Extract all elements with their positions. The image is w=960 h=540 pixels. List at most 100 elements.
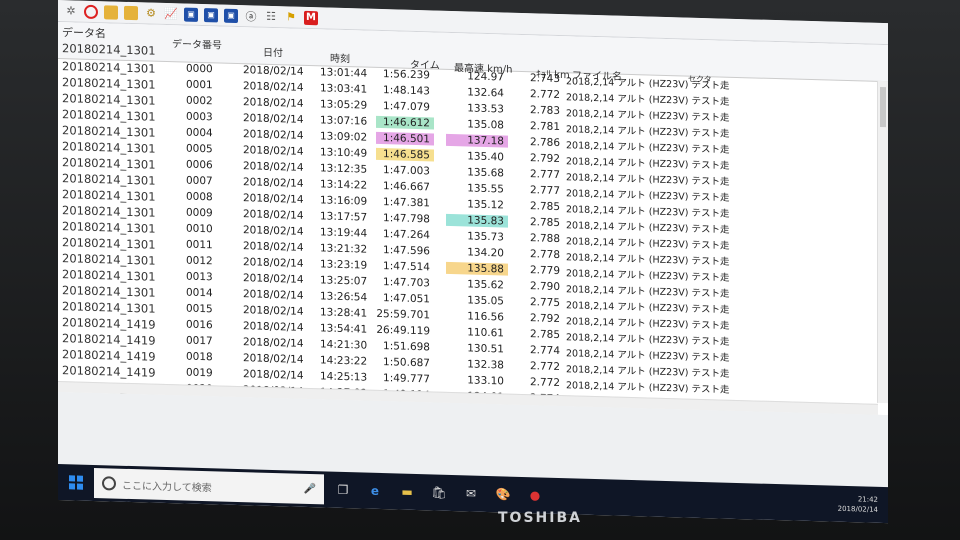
cell-lap: 1:47.381	[383, 196, 430, 210]
cell-speed: 135.62	[467, 278, 504, 292]
save-icon[interactable]: ▣	[184, 7, 198, 22]
cell-time: 13:23:19	[320, 258, 368, 272]
data-grid[interactable]: データ名 データ番号 日付 時刻 タイム 最高速 km/h ｷｮﾘ km ファイ…	[58, 22, 888, 428]
col-name[interactable]: データ名	[62, 24, 106, 41]
save-as-icon[interactable]: ▣	[204, 7, 218, 22]
cell-name: 20180214_1301	[62, 299, 156, 316]
refresh-icon[interactable]	[84, 4, 98, 19]
cell-km: 2.792	[529, 152, 560, 166]
task-view-icon[interactable]: ❐	[330, 477, 356, 504]
cell-km: 2.772	[529, 88, 560, 102]
cell-date: 2018/02/14	[243, 112, 304, 126]
gear-icon[interactable]: ✲	[64, 4, 78, 18]
cell-date: 2018/02/14	[243, 128, 304, 142]
cell-date: 2018/02/14	[243, 256, 304, 270]
store-icon[interactable]: 🛍	[426, 479, 452, 506]
cell-date: 2018/02/14	[243, 224, 304, 238]
paint-icon[interactable]: 🎨	[490, 481, 516, 508]
cell-time: 13:17:57	[320, 210, 368, 224]
cell-km: 2.774	[529, 344, 560, 358]
cell-lap: 1:47.798	[383, 212, 430, 226]
cell-time: 14:23:22	[320, 354, 368, 368]
cell-lap: 1:47.003	[383, 164, 430, 178]
cell-speed: 135.40	[467, 150, 504, 164]
cell-speed: 137.18	[446, 133, 508, 148]
cell-no: 0002	[186, 94, 213, 108]
cell-time: 13:14:22	[320, 178, 368, 192]
vertical-scrollbar[interactable]	[877, 80, 888, 404]
cell-speed: 135.05	[467, 294, 504, 308]
cell-time: 14:21:30	[320, 338, 368, 352]
app-icon[interactable]: ●	[522, 482, 548, 509]
folder-open-icon[interactable]	[124, 5, 138, 20]
system-tray[interactable]: 21:42 2018/02/14	[838, 494, 878, 515]
cell-date: 2018/02/14	[243, 144, 304, 158]
cell-no: 0009	[186, 206, 213, 220]
cell-time: 13:19:44	[320, 226, 368, 240]
cell-time: 13:09:02	[320, 130, 368, 144]
cell-time: 13:28:41	[320, 306, 368, 320]
cell-lap: 1:47.264	[383, 228, 430, 242]
m-logo-icon[interactable]: M	[304, 10, 318, 25]
cell-no: 0015	[186, 302, 213, 316]
search-placeholder: ここに入力して検索	[122, 480, 212, 494]
cell-speed: 135.88	[446, 261, 508, 276]
edge-icon[interactable]: e	[362, 477, 388, 504]
cell-lap: 1:47.079	[383, 100, 430, 114]
mic-icon[interactable]: 🎤	[304, 483, 316, 494]
cell-speed: 135.08	[467, 118, 504, 132]
cell-date: 2018/02/14	[243, 208, 304, 222]
cell-km: 2.785	[529, 200, 560, 214]
cell-lap: 1:49.777	[383, 372, 430, 386]
cell-name: 20180214_1301	[62, 235, 156, 252]
cell-name: 20180214_1301	[62, 91, 156, 108]
cell-speed: 133.53	[467, 102, 504, 116]
cell-date: 2018/02/14	[243, 368, 304, 382]
cell-time: 13:07:16	[320, 114, 368, 128]
cell-no: 0014	[186, 286, 213, 300]
cell-no: 0005	[186, 142, 213, 156]
cell-time: 13:03:41	[320, 82, 368, 96]
cell-date: 2018/02/14	[243, 80, 304, 94]
lock-icon[interactable]: ⓐ	[244, 9, 258, 23]
cell-no: 0011	[186, 238, 213, 252]
cell-name: 20180214_1301	[62, 171, 156, 188]
save-all-icon[interactable]: ▣	[224, 8, 238, 23]
start-button[interactable]	[58, 464, 94, 501]
cell-time: 13:25:07	[320, 274, 368, 288]
cell-lap: 1:46.667	[383, 180, 430, 194]
cell-lap: 1:47.596	[383, 244, 430, 258]
cortana-icon	[102, 476, 116, 491]
cell-name: 20180214_1301	[62, 139, 156, 156]
cell-date: 2018/02/14	[243, 176, 304, 190]
cell-lap: 1:47.703	[383, 276, 430, 290]
folder-icon[interactable]	[104, 4, 118, 20]
cell-no: 0019	[186, 366, 213, 380]
cell-km: 2.778	[529, 248, 560, 262]
cell-name: 20180214_1301	[62, 123, 156, 140]
flag-icon[interactable]: ⚑	[284, 10, 298, 24]
screen: ✲ ⚙ 📈 ▣ ▣ ▣ ⓐ ☷ ⚑ M データ名 データ番号 日付 時刻 タイム…	[58, 0, 888, 524]
cell-km: 2.788	[529, 232, 560, 246]
tools-icon[interactable]: ⚙	[144, 6, 158, 20]
cell-no: 0004	[186, 126, 213, 140]
cell-name: 20180214_1419	[62, 363, 156, 380]
taskbar-search[interactable]: ここに入力して検索 🎤	[94, 468, 324, 505]
chart-icon[interactable]: 📈	[164, 6, 178, 20]
cell-km: 2.772	[529, 376, 560, 390]
cell-name: 20180214_1301	[62, 283, 156, 300]
cell-km: 2.786	[529, 136, 560, 150]
cell-name: 20180214_1301	[62, 59, 156, 76]
explorer-icon[interactable]: ▬	[394, 478, 420, 505]
mail-icon[interactable]: ✉	[458, 480, 484, 507]
cell-date: 2018/02/14	[243, 336, 304, 350]
cell-name: 20180214_1419	[62, 315, 156, 332]
cell-speed: 132.64	[467, 86, 504, 100]
scroll-thumb[interactable]	[880, 86, 886, 128]
tray-date: 2018/02/14	[837, 504, 878, 514]
cell-time: 13:10:49	[320, 146, 368, 160]
cell-no: 0007	[186, 174, 213, 188]
list-icon[interactable]: ☷	[264, 9, 278, 23]
cell-name: 20180214_1301	[62, 267, 156, 284]
cell-date: 2018/02/14	[243, 320, 304, 334]
